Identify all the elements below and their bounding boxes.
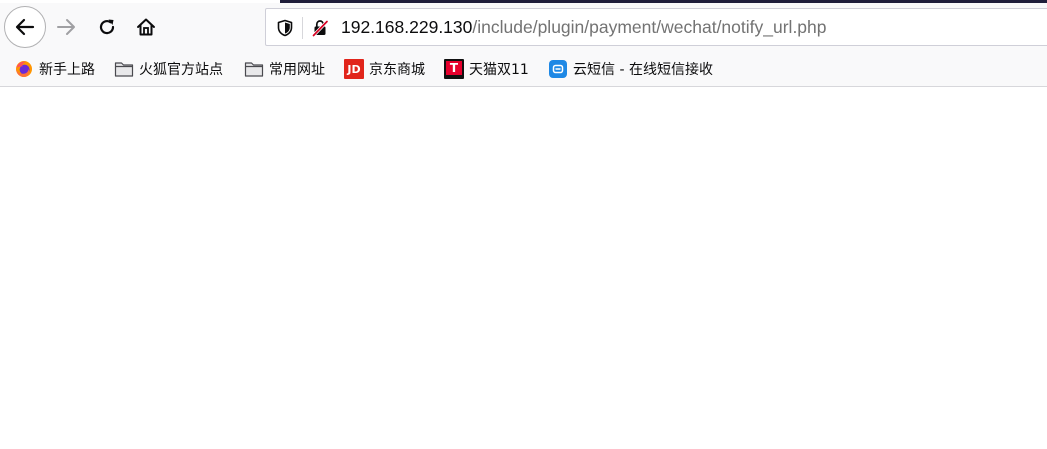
url-text[interactable]: 192.168.229.130/include/plugin/payment/w… [341,9,827,45]
bookmark-jd[interactable]: JD 京东商城 [344,58,425,80]
jd-icon-text: JD [344,59,364,79]
bookmark-label: 新手上路 [39,62,95,78]
bookmark-folder-common-sites[interactable]: 常用网址 [244,58,325,80]
bookmark-label: 火狐官方站点 [139,62,223,78]
tmall-icon-text: T [446,61,462,75]
bookmark-label: 云短信 - 在线短信接收 [573,62,713,78]
bookmark-label: 天猫双11 [469,62,529,78]
site-identity-button[interactable] [309,17,331,39]
browser-window: 192.168.229.130/include/plugin/payment/w… [0,0,1047,449]
page-content [0,87,1047,449]
home-button[interactable] [130,11,162,43]
arrow-right-icon [57,19,75,35]
shield-icon [277,19,293,37]
url-host: 192.168.229.130 [341,17,473,37]
reload-icon [99,19,115,35]
folder-icon [244,59,264,79]
tmall-icon: T [444,59,464,79]
jd-icon: JD [344,59,364,79]
bookmark-label: 京东商城 [369,62,425,78]
cloud-sms-icon [548,59,568,79]
url-bar[interactable]: 192.168.229.130/include/plugin/payment/w… [265,8,1047,46]
bookmarks-toolbar: 新手上路 火狐官方站点 常用网址 JD 京东商城 T 天猫双11 云短信 - 在… [0,52,1047,87]
bookmark-folder-firefox-sites[interactable]: 火狐官方站点 [114,58,223,80]
tracking-protection-button[interactable] [274,17,296,39]
bookmark-getting-started[interactable]: 新手上路 [14,58,95,80]
bookmark-tmall[interactable]: T 天猫双11 [444,58,529,80]
reload-button[interactable] [91,11,123,43]
firefox-icon [14,59,34,79]
insecure-lock-icon [311,19,329,37]
arrow-left-icon [15,18,35,36]
navigation-toolbar: 192.168.229.130/include/plugin/payment/w… [0,3,1047,52]
bookmark-cloud-sms[interactable]: 云短信 - 在线短信接收 [548,58,713,80]
back-button[interactable] [4,6,46,48]
home-icon [137,18,155,36]
url-path: /include/plugin/payment/wechat/notify_ur… [472,17,827,37]
folder-icon [114,59,134,79]
bookmark-label: 常用网址 [269,62,325,78]
forward-button[interactable] [50,11,82,43]
url-bar-separator [302,17,303,39]
